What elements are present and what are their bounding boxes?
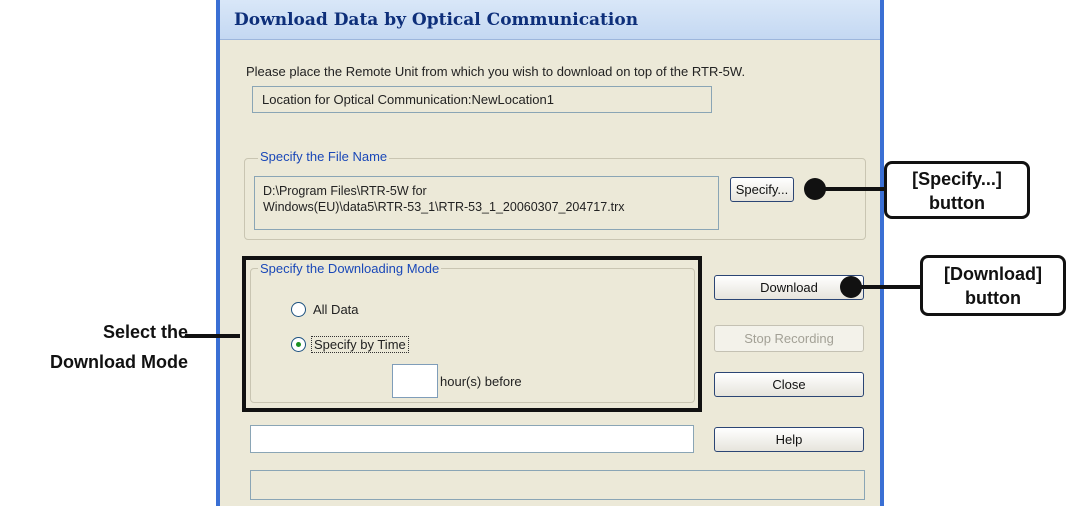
specify-callout: [Specify...] button [884,161,1030,219]
hours-input[interactable] [392,364,438,398]
specify-callout-line [816,187,886,191]
mode-callout-label: Select the Download Mode [0,317,188,377]
dialog-title: Download Data by Optical Communication [220,0,880,40]
mode-callout-line2: Download Mode [50,352,188,372]
download-dialog: Download Data by Optical Communication P… [216,0,884,506]
instruction-text: Please place the Remote Unit from which … [246,64,746,79]
location-box: Location for Optical Communication:NewLo… [252,86,712,113]
radio-specify-by-time[interactable] [291,337,306,352]
status-bar [250,470,865,500]
help-button[interactable]: Help [714,427,864,452]
radio-selected-dot [296,342,301,347]
download-callout: [Download] button [920,255,1066,316]
progress-bar [250,425,694,453]
file-path-line1: D:\Program Files\RTR-5W for [263,184,427,198]
download-callout-line2: button [965,288,1021,308]
file-name-legend: Specify the File Name [258,149,390,164]
specify-button[interactable]: Specify... [730,177,794,202]
mode-callout-line [185,334,240,338]
radio-specify-by-time-label[interactable]: Specify by Time [311,336,409,353]
file-path-box: D:\Program Files\RTR-5W for Windows(EU)\… [254,176,719,230]
download-callout-line1: [Download] [944,264,1042,284]
download-callout-line [852,285,922,289]
stop-recording-button[interactable]: Stop Recording [714,325,864,352]
specify-callout-line2: button [929,193,985,213]
location-text: Location for Optical Communication:NewLo… [262,92,554,107]
close-button[interactable]: Close [714,372,864,397]
radio-all-data[interactable] [291,302,306,317]
radio-all-data-label[interactable]: All Data [313,302,359,317]
download-mode-legend: Specify the Downloading Mode [258,261,442,276]
hours-suffix-label: hour(s) before [440,374,522,389]
mode-callout-line1: Select the [102,322,188,342]
specify-callout-line1: [Specify...] [912,169,1002,189]
file-path-line2: Windows(EU)\data5\RTR-53_1\RTR-53_1_2006… [263,200,625,214]
